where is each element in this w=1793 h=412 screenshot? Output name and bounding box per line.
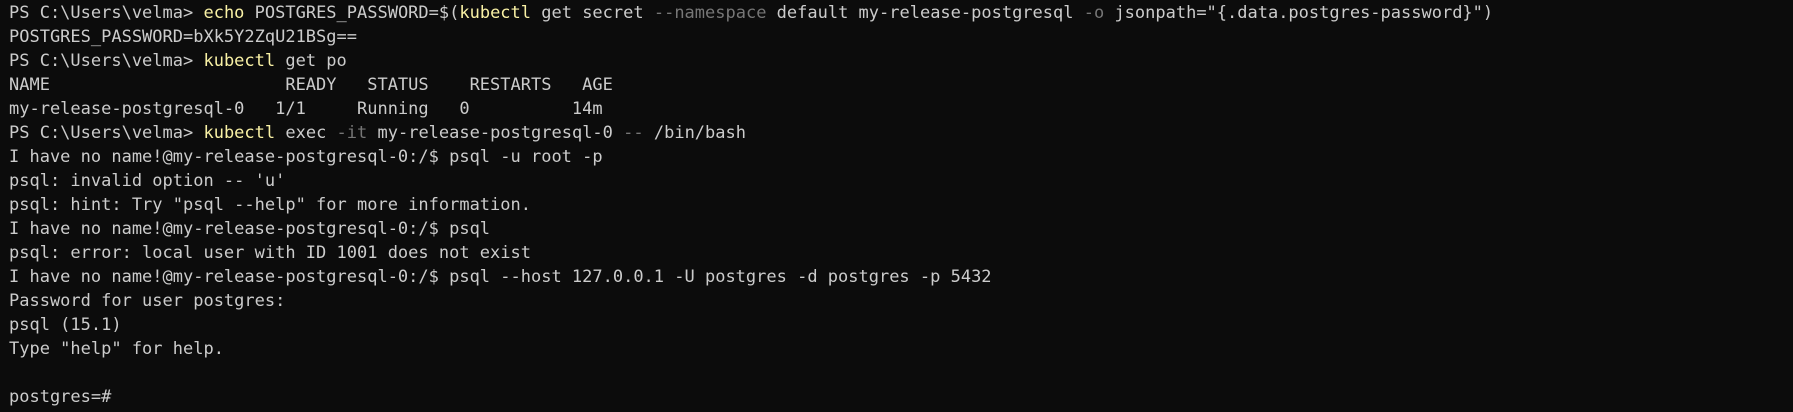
command-token: kubectl: [459, 3, 532, 23]
command-token: kubectl: [203, 51, 276, 71]
output-text: NAME READY STATUS RESTARTS AGE: [9, 75, 613, 95]
terminal-line: PS C:\Users\velma> echo POSTGRES_PASSWOR…: [9, 1, 1784, 25]
command-token: echo: [203, 3, 245, 23]
output-text: PS C:\Users\velma>: [9, 123, 204, 143]
output-text: POSTGRES_PASSWORD=$(: [244, 3, 460, 23]
output-text: get secret: [531, 3, 654, 23]
terminal-line: postgres=#: [9, 385, 1784, 409]
terminal-line: PS C:\Users\velma> kubectl exec -it my-r…: [9, 121, 1784, 145]
parameter-token: --: [623, 123, 644, 143]
parameter-token: --namespace: [653, 3, 767, 23]
terminal-line: psql: error: local user with ID 1001 doe…: [9, 241, 1784, 265]
terminal-line: psql: invalid option -- 'u': [9, 169, 1784, 193]
output-text: my-release-postgresql-0: [367, 123, 624, 143]
terminal-line: my-release-postgresql-0 1/1 Running 0 14…: [9, 97, 1784, 121]
output-text: exec: [275, 123, 337, 143]
parameter-token: -o: [1083, 3, 1105, 23]
output-text: PS C:\Users\velma>: [9, 51, 204, 71]
terminal-line: I have no name!@my-release-postgresql-0:…: [9, 145, 1784, 169]
output-text: I have no name!@my-release-postgresql-0:…: [9, 219, 491, 239]
parameter-token: -it: [336, 123, 368, 143]
terminal-line: I have no name!@my-release-postgresql-0:…: [9, 217, 1784, 241]
output-text: psql (15.1): [9, 315, 122, 335]
terminal-line: NAME READY STATUS RESTARTS AGE: [9, 73, 1784, 97]
output-text: psql: hint: Try "psql --help" for more i…: [9, 195, 531, 215]
output-text: Password for user postgres:: [9, 291, 286, 311]
terminal-line: Password for user postgres:: [9, 289, 1784, 313]
terminal-line: I have no name!@my-release-postgresql-0:…: [9, 265, 1784, 289]
output-text: I have no name!@my-release-postgresql-0:…: [9, 267, 992, 287]
output-text: psql: invalid option -- 'u': [9, 171, 286, 191]
terminal-line: psql: hint: Try "psql --help" for more i…: [9, 193, 1784, 217]
terminal-line: psql (15.1): [9, 313, 1784, 337]
output-text: jsonpath="{.data.postgres-password}"): [1104, 3, 1494, 23]
terminal-line: Type "help" for help.: [9, 337, 1784, 361]
output-text: POSTGRES_PASSWORD=bXk5Y2ZqU21BSg==: [9, 27, 357, 47]
output-text: /bin/bash: [643, 123, 746, 143]
output-text: I have no name!@my-release-postgresql-0:…: [9, 147, 603, 167]
terminal-line: POSTGRES_PASSWORD=bXk5Y2ZqU21BSg==: [9, 25, 1784, 49]
command-token: kubectl: [203, 123, 276, 143]
terminal-output[interactable]: PS C:\Users\velma> echo POSTGRES_PASSWOR…: [0, 0, 1793, 412]
output-text: default my-release-postgresql: [766, 3, 1084, 23]
output-text: postgres=#: [9, 387, 112, 407]
terminal-line: PS C:\Users\velma> kubectl get po: [9, 49, 1784, 73]
output-text: Type "help" for help.: [9, 339, 224, 359]
output-text: get po: [275, 51, 347, 71]
output-text: PS C:\Users\velma>: [9, 3, 204, 23]
output-text: my-release-postgresql-0 1/1 Running 0 14…: [9, 99, 603, 119]
output-text: psql: error: local user with ID 1001 doe…: [9, 243, 531, 263]
